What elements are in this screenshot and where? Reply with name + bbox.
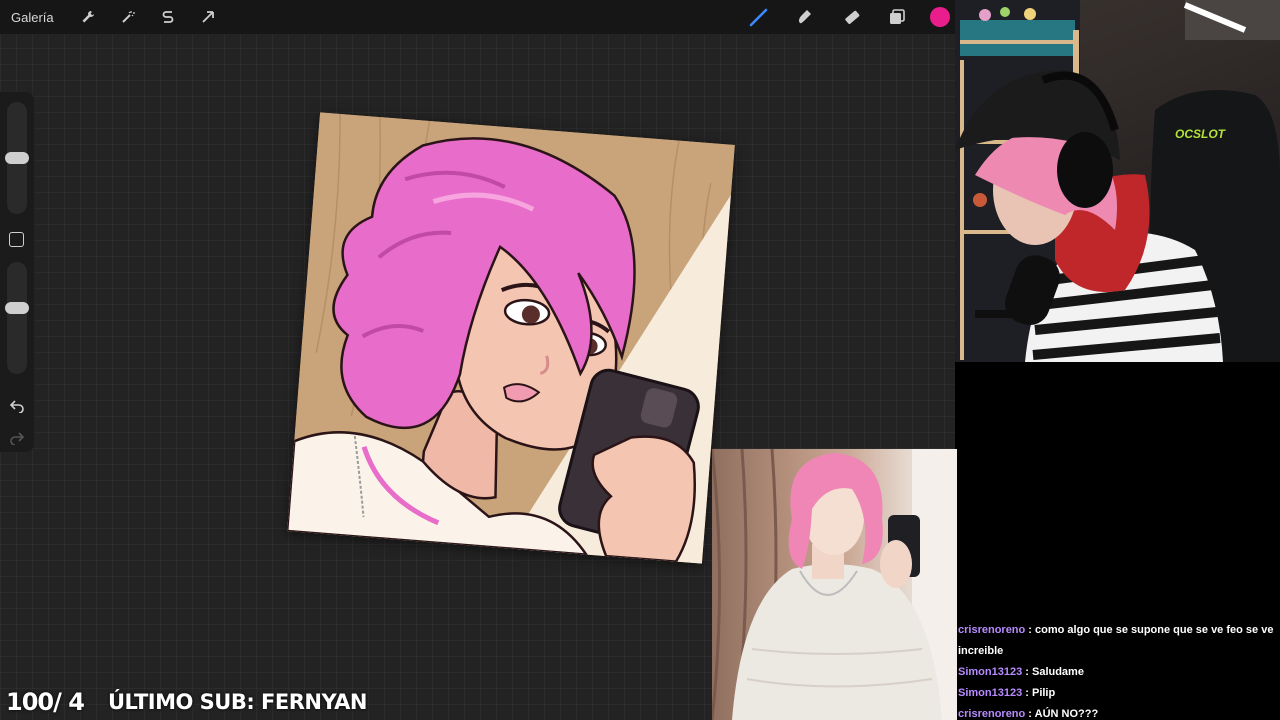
chat-separator: : — [1022, 687, 1032, 699]
color-picker-button[interactable] — [930, 7, 950, 27]
last-subscriber-label: ÚLTIMO SUB: FERNYAN — [108, 690, 368, 714]
selection-s-icon[interactable] — [157, 6, 179, 28]
modify-button[interactable] — [9, 232, 24, 247]
chat-username[interactable]: crisrenoreno — [958, 708, 1025, 720]
chat-text: Pilip — [1031, 687, 1056, 699]
magic-wand-icon[interactable] — [117, 6, 139, 28]
brush-size-slider[interactable] — [5, 102, 29, 214]
chat-separator: : — [1022, 666, 1032, 678]
chair-brand-logo: OCSLOT — [1175, 127, 1227, 141]
streamer-webcam: OCSLOT — [955, 0, 1280, 362]
artwork-illustration — [287, 112, 735, 564]
smudge-icon[interactable] — [794, 6, 816, 28]
transform-arrow-icon[interactable] — [197, 6, 219, 28]
procreate-sidebar — [0, 92, 34, 452]
chat-separator: : — [1025, 708, 1035, 720]
opacity-thumb[interactable] — [5, 302, 29, 314]
redo-icon[interactable] — [7, 428, 27, 448]
chat-username[interactable]: crisrenoreno — [958, 624, 1025, 636]
eraser-icon[interactable] — [840, 6, 862, 28]
wrench-icon[interactable] — [77, 6, 99, 28]
opacity-slider[interactable] — [5, 262, 29, 374]
sub-goal-counter: 100/ 4 — [6, 688, 85, 716]
procreate-toolbar: Galería — [0, 0, 955, 34]
chat-message: Simon13123 : Pilip — [958, 683, 1276, 704]
chat-username[interactable]: Simon13123 — [958, 687, 1022, 699]
layers-icon[interactable] — [886, 6, 908, 28]
stream-chat: crisrenoreno : como algo que se supone q… — [958, 620, 1276, 720]
gallery-button[interactable]: Galería — [11, 10, 54, 25]
artwork-canvas[interactable] — [287, 112, 735, 564]
chat-message: crisrenoreno : AÚN NO??? — [958, 704, 1276, 720]
chat-separator: : — [1025, 624, 1036, 636]
chat-message: crisrenoreno : como algo que se supone q… — [958, 620, 1276, 662]
chat-username[interactable]: Simon13123 — [958, 666, 1022, 678]
reference-photo — [712, 449, 957, 720]
chat-text: Saludame — [1031, 666, 1084, 678]
brush-icon[interactable] — [748, 6, 770, 28]
undo-icon[interactable] — [7, 396, 27, 416]
chat-message: Simon13123 : Saludame — [958, 662, 1276, 683]
chat-text: AÚN NO??? — [1034, 708, 1099, 720]
brush-size-thumb[interactable] — [5, 152, 29, 164]
